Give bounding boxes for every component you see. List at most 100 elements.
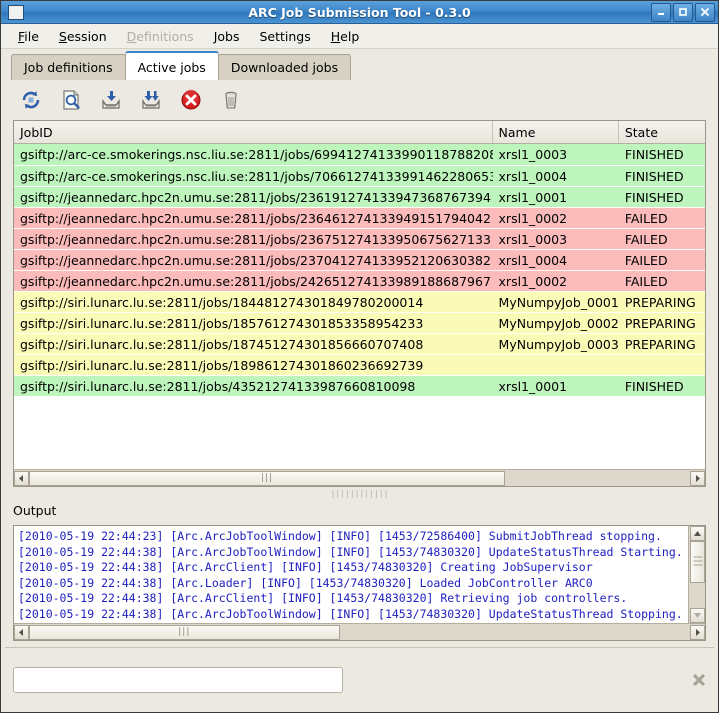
menu-help-rest: elp (340, 28, 360, 44)
cell-state: PREPARING (624, 336, 696, 352)
cancel-job-icon[interactable] (178, 87, 204, 113)
cell-name: xrsl1_0002 (498, 210, 568, 226)
tab-downloaded-jobs-label: Downloaded jobs (230, 60, 339, 75)
cell-state: FAILED (624, 231, 668, 247)
cell-state: PREPARING (624, 315, 696, 331)
minimize-button[interactable] (651, 2, 671, 22)
cell-name: xrsl1_0003 (498, 231, 568, 247)
scroll-down-arrow-icon[interactable] (689, 608, 705, 623)
active-jobs-table[interactable]: JobID Name State gsiftp://arc-ce.smokeri… (13, 120, 706, 487)
scroll-thumb-grip: ||| (260, 472, 273, 483)
refresh-icon[interactable] (18, 87, 44, 113)
cell-state: PREPARING (624, 294, 696, 310)
cell-jobid: gsiftp://jeannedarc.hpc2n.umu.se:2811/jo… (20, 231, 491, 247)
cell-jobid: gsiftp://siri.lunarc.lu.se:2811/jobs/189… (20, 357, 424, 373)
output-scroll-track[interactable]: ||| (689, 541, 705, 608)
menu-jobs[interactable]: Jobs (205, 26, 249, 47)
cell-state: FINISHED (624, 147, 684, 162)
download-all-jobs-icon[interactable] (138, 87, 164, 113)
tab-bar: Job definitions Active jobs Downloaded j… (1, 49, 718, 80)
cell-name: xrsl1_0002 (498, 273, 568, 289)
menu-bar: File Session Definitions Jobs Settings H… (1, 24, 718, 49)
output-scroll-thumb[interactable]: ||| (689, 541, 705, 583)
column-header-name[interactable]: Name (493, 121, 619, 143)
output-scroll-right-arrow-icon[interactable] (690, 624, 705, 640)
table-scroll-thumb[interactable]: ||| (29, 470, 505, 486)
output-scroll-thumb-grip: ||| (692, 555, 703, 568)
menu-file[interactable]: File (9, 26, 48, 47)
table-row[interactable]: gsiftp://siri.lunarc.lu.se:2811/jobs/184… (14, 291, 705, 312)
cell-state: FINISHED (624, 378, 684, 394)
cell-jobid: gsiftp://siri.lunarc.lu.se:2811/jobs/435… (20, 378, 416, 394)
status-bar (1, 648, 718, 712)
scroll-left-arrow-icon[interactable] (14, 470, 29, 486)
close-icon[interactable] (690, 671, 708, 689)
table-row[interactable]: gsiftp://jeannedarc.hpc2n.umu.se:2811/jo… (14, 249, 705, 270)
output-log-panel[interactable]: [2010-05-19 22:44:23] [Arc.ArcJobToolWin… (13, 525, 706, 641)
cell-name: xrsl1_0003 (498, 147, 568, 162)
output-scroll-h-track[interactable]: ||| (29, 624, 690, 640)
menu-settings[interactable]: Settings (250, 26, 319, 47)
cell-jobid: gsiftp://siri.lunarc.lu.se:2811/jobs/185… (20, 315, 424, 331)
cell-jobid: gsiftp://jeannedarc.hpc2n.umu.se:2811/jo… (20, 189, 491, 205)
table-scroll-track[interactable]: ||| (29, 470, 690, 486)
cell-name: MyNumpyJob_0001 (498, 294, 619, 310)
output-label: Output (13, 503, 57, 518)
maximize-button[interactable] (673, 2, 693, 22)
cell-state: FAILED (624, 273, 668, 289)
cell-name: MyNumpyJob_0002 (498, 315, 619, 331)
menu-session-mnemonic: S (58, 28, 67, 44)
table-row[interactable]: gsiftp://jeannedarc.hpc2n.umu.se:2811/jo… (14, 270, 705, 291)
table-row[interactable]: gsiftp://siri.lunarc.lu.se:2811/jobs/435… (14, 375, 705, 396)
output-log-text: [2010-05-19 22:44:23] [Arc.ArcJobToolWin… (18, 529, 683, 621)
menu-settings-label: Settings (259, 28, 311, 44)
scroll-right-arrow-icon[interactable] (690, 470, 705, 486)
table-header-row: JobID Name State (14, 121, 705, 144)
table-row[interactable]: gsiftp://siri.lunarc.lu.se:2811/jobs/185… (14, 312, 705, 333)
close-button[interactable] (695, 2, 715, 22)
table-horizontal-scrollbar[interactable]: ||| (14, 469, 705, 486)
inspect-job-icon[interactable] (58, 87, 84, 113)
status-input[interactable] (13, 667, 343, 693)
menu-session-rest: ession (66, 28, 107, 44)
output-scroll-h-thumb[interactable]: ||| (29, 624, 340, 640)
tab-job-definitions-label: Job definitions (24, 60, 113, 75)
table-row[interactable]: gsiftp://jeannedarc.hpc2n.umu.se:2811/jo… (14, 228, 705, 249)
cell-name: xrsl1_0001 (498, 378, 568, 394)
menu-help[interactable]: Help (322, 26, 369, 47)
cell-jobid: gsiftp://arc-ce.smokerings.nsc.liu.se:28… (20, 147, 493, 162)
table-row[interactable]: gsiftp://arc-ce.smokerings.nsc.liu.se:28… (14, 144, 705, 165)
output-horizontal-scrollbar[interactable]: ||| (14, 623, 705, 640)
window-app-icon (8, 4, 24, 20)
cell-name: MyNumpyJob_0003 (498, 336, 619, 352)
title-bar: ARC Job Submission Tool - 0.3.0 (1, 1, 718, 24)
cell-jobid: gsiftp://jeannedarc.hpc2n.umu.se:2811/jo… (20, 210, 493, 226)
table-row[interactable]: gsiftp://siri.lunarc.lu.se:2811/jobs/187… (14, 333, 705, 354)
tab-active-jobs[interactable]: Active jobs (124, 51, 219, 80)
output-vertical-scrollbar[interactable]: ||| (688, 526, 705, 623)
column-header-state[interactable]: State (619, 121, 705, 143)
tab-downloaded-jobs[interactable]: Downloaded jobs (217, 54, 352, 80)
splitter-grip: |||||||||||| (330, 489, 389, 498)
table-row[interactable]: gsiftp://jeannedarc.hpc2n.umu.se:2811/jo… (14, 207, 705, 228)
menu-jobs-rest: obs (217, 28, 240, 44)
table-row[interactable]: gsiftp://siri.lunarc.lu.se:2811/jobs/189… (14, 354, 705, 375)
cell-state: FINISHED (624, 189, 684, 205)
tab-job-definitions[interactable]: Job definitions (11, 54, 126, 80)
arc-job-tool-window: ARC Job Submission Tool - 0.3.0 File Ses… (0, 0, 719, 713)
column-header-jobid[interactable]: JobID (14, 121, 493, 143)
download-job-icon[interactable] (98, 87, 124, 113)
window-title: ARC Job Submission Tool - 0.3.0 (248, 4, 471, 20)
output-scroll-left-arrow-icon[interactable] (14, 624, 29, 640)
cell-jobid: gsiftp://jeannedarc.hpc2n.umu.se:2811/jo… (20, 273, 493, 289)
menu-file-rest: ile (24, 28, 39, 44)
panel-splitter[interactable]: |||||||||||| (1, 487, 718, 501)
cell-state: FINISHED (624, 168, 684, 184)
delete-job-icon[interactable] (218, 87, 244, 113)
table-row[interactable]: gsiftp://jeannedarc.hpc2n.umu.se:2811/jo… (14, 186, 705, 207)
table-row[interactable]: gsiftp://arc-ce.smokerings.nsc.liu.se:28… (14, 165, 705, 186)
scroll-up-arrow-icon[interactable] (689, 526, 705, 541)
cell-state (619, 355, 705, 375)
cell-state: FAILED (624, 210, 668, 226)
menu-session[interactable]: Session (50, 26, 116, 47)
